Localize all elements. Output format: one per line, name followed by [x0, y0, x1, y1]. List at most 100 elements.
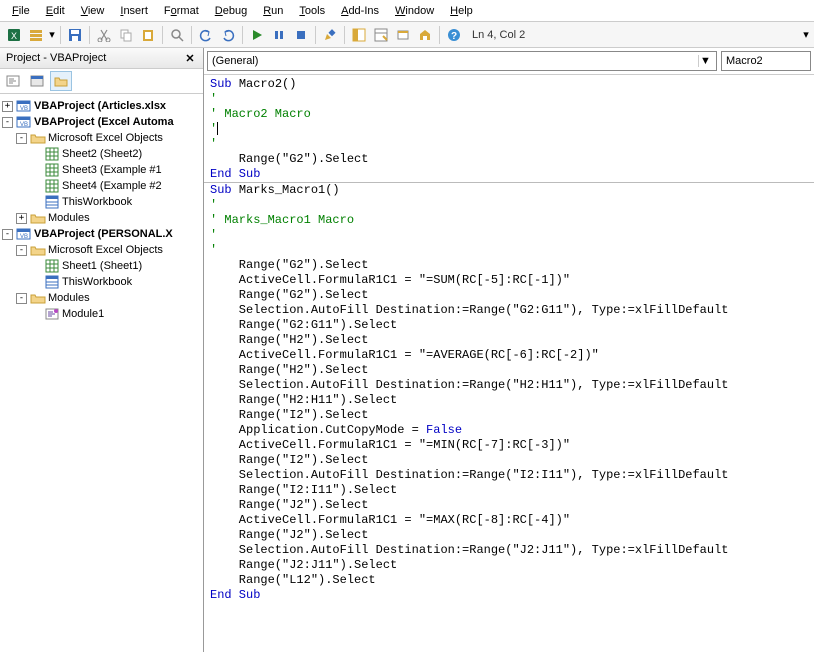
menu-debug[interactable]: Debug	[207, 3, 255, 19]
menu-insert[interactable]: Insert	[112, 3, 156, 19]
code-line[interactable]: '	[210, 198, 808, 213]
code-line[interactable]: Range("G2").Select	[210, 258, 808, 273]
code-line[interactable]: End Sub	[210, 167, 808, 182]
break-icon[interactable]	[269, 25, 289, 45]
code-line[interactable]: '	[210, 243, 808, 258]
code-line[interactable]: ActiveCell.FormulaR1C1 = "=SUM(RC[-5]:RC…	[210, 273, 808, 288]
reset-icon[interactable]	[291, 25, 311, 45]
toolbar-overflow-icon[interactable]: ▾	[802, 28, 810, 41]
tree-node[interactable]: ThisWorkbook	[2, 274, 201, 290]
code-line[interactable]: Application.CutCopyMode = False	[210, 423, 808, 438]
code-line[interactable]: Selection.AutoFill Destination:=Range("H…	[210, 378, 808, 393]
tree-node[interactable]: Module1	[2, 306, 201, 322]
tree-node[interactable]: +Modules	[2, 210, 201, 226]
menu-help[interactable]: Help	[442, 3, 481, 19]
code-line[interactable]: Selection.AutoFill Destination:=Range("I…	[210, 468, 808, 483]
dropdown-arrow-icon[interactable]: ▾	[48, 28, 56, 41]
menu-run[interactable]: Run	[255, 3, 291, 19]
design-mode-icon[interactable]	[320, 25, 340, 45]
code-line[interactable]: Sub Macro2()	[210, 77, 808, 92]
cut-icon[interactable]	[94, 25, 114, 45]
project-tree[interactable]: +VBVBAProject (Articles.xlsx-VBVBAProjec…	[0, 94, 203, 652]
code-line[interactable]: Range("G2").Select	[210, 152, 808, 167]
tree-node[interactable]: Sheet4 (Example #2	[2, 178, 201, 194]
object-browser-icon[interactable]	[393, 25, 413, 45]
code-line[interactable]: Range("L12").Select	[210, 573, 808, 588]
code-line[interactable]: Range("J2").Select	[210, 528, 808, 543]
procedure-selector[interactable]: Macro2	[721, 51, 811, 71]
paste-icon[interactable]	[138, 25, 158, 45]
toggle-folders-icon[interactable]	[50, 71, 72, 91]
tree-node[interactable]: -Microsoft Excel Objects	[2, 130, 201, 146]
code-line[interactable]: '	[210, 137, 808, 152]
tree-node[interactable]: Sheet1 (Sheet1)	[2, 258, 201, 274]
wb-icon	[44, 195, 60, 209]
code-line[interactable]: Range("I2").Select	[210, 408, 808, 423]
tree-toggle-icon[interactable]: -	[16, 245, 27, 256]
code-line[interactable]: ' Macro2 Macro	[210, 107, 808, 122]
code-line[interactable]: '	[210, 228, 808, 243]
code-line[interactable]: End Sub	[210, 588, 808, 603]
copy-icon[interactable]	[116, 25, 136, 45]
tree-node[interactable]: Sheet2 (Sheet2)	[2, 146, 201, 162]
find-icon[interactable]	[167, 25, 187, 45]
code-line[interactable]: '	[210, 92, 808, 107]
panel-close-button[interactable]: ✕	[183, 51, 197, 65]
run-icon[interactable]	[247, 25, 267, 45]
code-line[interactable]: Sub Marks_Macro1()	[210, 183, 808, 198]
tree-node[interactable]: -VBVBAProject (Excel Automa	[2, 114, 201, 130]
tree-node[interactable]: -VBVBAProject (PERSONAL.X	[2, 226, 201, 242]
menu-window[interactable]: Window	[387, 3, 442, 19]
code-line[interactable]: Selection.AutoFill Destination:=Range("J…	[210, 543, 808, 558]
help-icon[interactable]: ?	[444, 25, 464, 45]
project-explorer-icon[interactable]	[349, 25, 369, 45]
toolbox-icon[interactable]	[415, 25, 435, 45]
code-line[interactable]: Range("I2").Select	[210, 453, 808, 468]
tree-toggle-icon[interactable]: -	[16, 293, 27, 304]
folder-icon	[30, 211, 46, 225]
code-line[interactable]: ActiveCell.FormulaR1C1 = "=MIN(RC[-7]:RC…	[210, 438, 808, 453]
code-line[interactable]: ActiveCell.FormulaR1C1 = "=MAX(RC[-8]:RC…	[210, 513, 808, 528]
redo-icon[interactable]	[218, 25, 238, 45]
tree-toggle-icon[interactable]: -	[2, 229, 13, 240]
code-pane: (General) ▼ Macro2 Sub Macro2()'' Macro2…	[204, 48, 814, 652]
code-line[interactable]: Range("H2").Select	[210, 363, 808, 378]
menu-format[interactable]: Format	[156, 3, 207, 19]
excel-icon[interactable]: X	[4, 25, 24, 45]
tree-toggle-icon[interactable]: +	[2, 101, 13, 112]
menu-file[interactable]: File	[4, 3, 38, 19]
view-object-icon[interactable]	[26, 71, 48, 91]
tree-toggle-icon[interactable]: -	[16, 133, 27, 144]
tree-node[interactable]: -Modules	[2, 290, 201, 306]
view-toolbar-icon[interactable]	[26, 25, 46, 45]
code-line[interactable]: Range("J2").Select	[210, 498, 808, 513]
tree-toggle-icon[interactable]: -	[2, 117, 13, 128]
code-line[interactable]: Range("I2:I11").Select	[210, 483, 808, 498]
code-line[interactable]: Range("G2:G11").Select	[210, 318, 808, 333]
object-selector[interactable]: (General) ▼	[207, 51, 717, 71]
menu-edit[interactable]: Edit	[38, 3, 73, 19]
tree-node[interactable]: ThisWorkbook	[2, 194, 201, 210]
code-editor[interactable]: Sub Macro2()'' Macro2 Macro'' Range("G2"…	[204, 75, 814, 652]
view-code-icon[interactable]	[2, 71, 24, 91]
code-line[interactable]: Range("J2:J11").Select	[210, 558, 808, 573]
properties-window-icon[interactable]	[371, 25, 391, 45]
tree-node[interactable]: Sheet3 (Example #1	[2, 162, 201, 178]
code-line[interactable]: '	[210, 122, 808, 137]
tree-toggle-icon[interactable]: +	[16, 213, 27, 224]
code-line[interactable]: Range("G2").Select	[210, 288, 808, 303]
menu-view[interactable]: View	[73, 3, 113, 19]
tree-node[interactable]: -Microsoft Excel Objects	[2, 242, 201, 258]
code-line[interactable]: Range("H2").Select	[210, 333, 808, 348]
code-line[interactable]: Selection.AutoFill Destination:=Range("G…	[210, 303, 808, 318]
save-icon[interactable]	[65, 25, 85, 45]
menu-tools[interactable]: Tools	[291, 3, 333, 19]
object-selector-value: (General)	[212, 55, 258, 67]
dropdown-arrow-icon[interactable]: ▼	[698, 55, 712, 67]
code-line[interactable]: ' Marks_Macro1 Macro	[210, 213, 808, 228]
code-line[interactable]: Range("H2:H11").Select	[210, 393, 808, 408]
tree-node[interactable]: +VBVBAProject (Articles.xlsx	[2, 98, 201, 114]
menu-add-ins[interactable]: Add-Ins	[333, 3, 387, 19]
undo-icon[interactable]	[196, 25, 216, 45]
code-line[interactable]: ActiveCell.FormulaR1C1 = "=AVERAGE(RC[-6…	[210, 348, 808, 363]
